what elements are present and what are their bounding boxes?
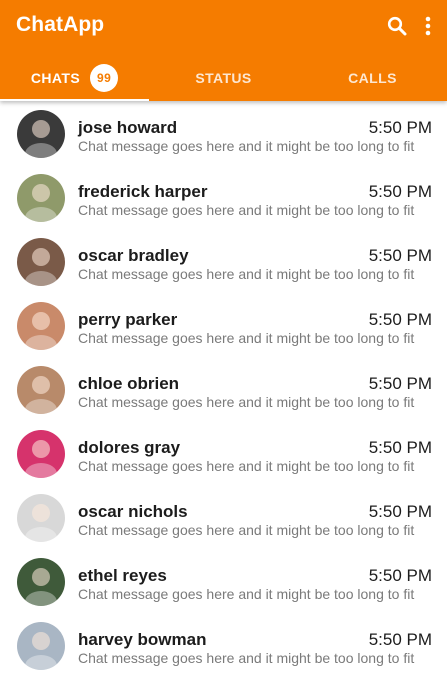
message-preview: Chat message goes here and it might be t…: [78, 522, 415, 538]
message-preview: Chat message goes here and it might be t…: [78, 202, 415, 218]
chat-list-item[interactable]: ethel reyes 5:50 PM Chat message goes he…: [0, 549, 447, 613]
chat-list-item[interactable]: chloe obrien 5:50 PM Chat message goes h…: [0, 357, 447, 421]
message-preview: Chat message goes here and it might be t…: [78, 586, 415, 602]
message-time: 5:50 PM: [368, 566, 432, 585]
message-preview: Chat message goes here and it might be t…: [78, 458, 415, 474]
avatar: [17, 494, 65, 542]
chat-list: jose howard 5:50 PM Chat message goes he…: [0, 101, 447, 677]
tab-calls[interactable]: CALLS: [298, 55, 447, 101]
message-preview: Chat message goes here and it might be t…: [78, 266, 415, 282]
contact-name: oscar bradley: [78, 246, 189, 265]
message-time: 5:50 PM: [368, 374, 432, 393]
message-time: 5:50 PM: [368, 502, 432, 521]
message-preview: Chat message goes here and it might be t…: [78, 650, 415, 666]
contact-name: oscar nichols: [78, 502, 188, 521]
chat-list-item[interactable]: frederick harper 5:50 PM Chat message go…: [0, 165, 447, 229]
contact-name: dolores gray: [78, 438, 181, 457]
tab-calls-label: CALLS: [348, 70, 397, 86]
contact-name: frederick harper: [78, 182, 208, 201]
avatar: [17, 622, 65, 670]
message-time: 5:50 PM: [368, 246, 432, 265]
message-time: 5:50 PM: [368, 438, 432, 457]
avatar: [17, 366, 65, 414]
more-vert-icon: [425, 16, 431, 36]
message-time: 5:50 PM: [368, 182, 432, 201]
message-preview: Chat message goes here and it might be t…: [78, 394, 415, 410]
message-time: 5:50 PM: [368, 310, 432, 329]
message-preview: Chat message goes here and it might be t…: [78, 330, 415, 346]
tab-chats[interactable]: CHATS 99: [0, 55, 149, 101]
search-button[interactable]: [385, 14, 409, 38]
message-time: 5:50 PM: [368, 118, 432, 137]
contact-name: ethel reyes: [78, 566, 167, 585]
app-title: ChatApp: [16, 13, 105, 36]
chat-list-item[interactable]: oscar nichols 5:50 PM Chat message goes …: [0, 485, 447, 549]
tab-status[interactable]: STATUS: [149, 55, 298, 101]
message-time: 5:50 PM: [368, 630, 432, 649]
tab-status-label: STATUS: [195, 70, 252, 86]
contact-name: chloe obrien: [78, 374, 180, 393]
avatar: [17, 430, 65, 478]
message-preview: Chat message goes here and it might be t…: [78, 138, 415, 154]
contact-name: jose howard: [78, 118, 178, 137]
more-options-button[interactable]: [417, 14, 439, 38]
tab-bar: CHATS 99 STATUS CALLS: [0, 55, 447, 101]
avatar: [17, 238, 65, 286]
contact-name: harvey bowman: [78, 630, 207, 649]
chat-list-item[interactable]: dolores gray 5:50 PM Chat message goes h…: [0, 421, 447, 485]
avatar: [17, 302, 65, 350]
contact-name: perry parker: [78, 310, 178, 329]
chat-list-item[interactable]: jose howard 5:50 PM Chat message goes he…: [0, 101, 447, 165]
avatar: [17, 558, 65, 606]
tab-chats-label: CHATS: [30, 70, 81, 86]
app-bar: ChatApp CHATS 99 STATUS CALLS: [0, 0, 447, 101]
chat-list-item[interactable]: harvey bowman 5:50 PM Chat message goes …: [0, 613, 447, 677]
search-icon: [387, 16, 407, 36]
avatar: [17, 110, 65, 158]
chat-list-item[interactable]: perry parker 5:50 PM Chat message goes h…: [0, 293, 447, 357]
avatar: [17, 174, 65, 222]
unread-count-badge: 99: [90, 64, 119, 92]
chat-list-item[interactable]: oscar bradley 5:50 PM Chat message goes …: [0, 229, 447, 293]
